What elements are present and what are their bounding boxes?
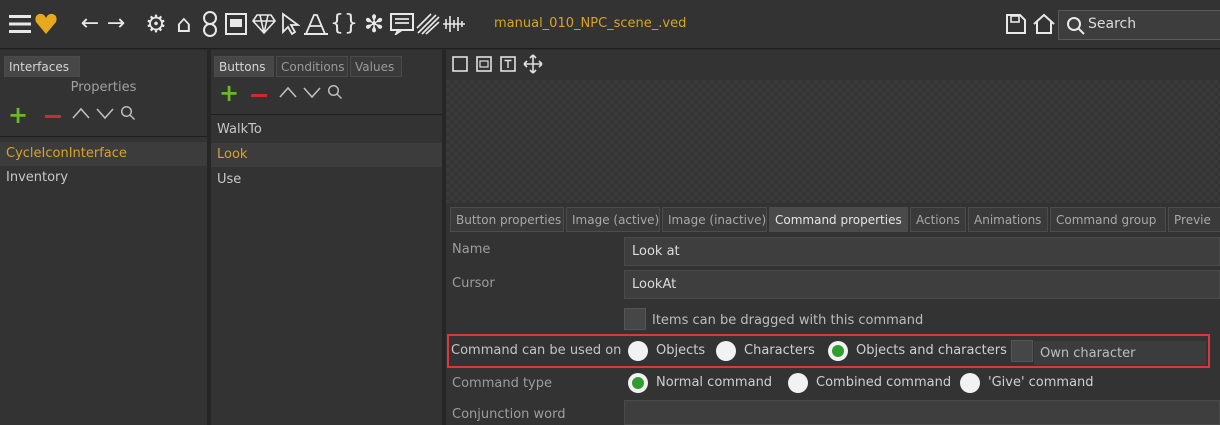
particles-icon[interactable]: ✻ [360,8,388,40]
tab-image-active[interactable]: Image (active) [566,207,660,232]
list-item[interactable]: Look [211,143,442,167]
items-draggable-checkbox[interactable] [624,308,646,330]
text-lines-icon[interactable] [388,8,416,40]
tab-actions[interactable]: Actions [910,207,966,232]
tab-conditions[interactable]: Conditions [276,56,348,77]
home-icon[interactable] [1030,8,1058,40]
radio-combined-command-label: Combined command [816,375,952,390]
remove-icon[interactable] [251,94,267,97]
tab-command-group[interactable]: Command group [1050,207,1166,232]
cursor-icon[interactable] [276,8,304,40]
logo-heart-icon[interactable] [32,8,60,40]
cursor-field[interactable] [624,270,1220,299]
cursor-label: Cursor [452,276,495,291]
interfaces-panel: Interfaces Properties + CycleIconInterfa… [0,50,207,425]
settings-gear-icon[interactable]: ⚙ [142,8,170,40]
move-up-icon[interactable] [279,85,297,103]
image-rect-icon[interactable] [476,56,492,76]
list-item[interactable]: WalkTo [211,118,442,142]
font-icon[interactable] [302,8,330,40]
buttons-panel: Buttons Conditions Values + WalkTo Look … [211,50,442,425]
list-item[interactable]: Use [211,168,442,192]
add-icon[interactable]: + [8,103,28,127]
items-draggable-label: Items can be dragged with this command [652,313,924,328]
braces-icon[interactable]: {} [330,8,358,40]
dialog-icon[interactable] [222,8,250,40]
list-item[interactable]: Inventory [0,166,207,190]
radio-give-command[interactable] [960,373,980,393]
tab-button-properties[interactable]: Button properties [450,207,564,232]
add-icon[interactable]: + [219,81,239,105]
cursor-value: LookAt [632,277,677,292]
radio-combined-command[interactable] [788,373,808,393]
tab-animations[interactable]: Animations [968,207,1048,232]
back-arrow-icon[interactable]: ← [76,8,104,40]
remove-icon[interactable] [45,115,61,118]
menu-icon[interactable] [6,8,34,40]
name-value: Look at [632,244,680,259]
radio-normal-command-label: Normal command [656,375,773,390]
move-down-icon[interactable] [303,85,321,103]
highlight-annotation-box [447,334,1210,368]
command-type-label: Command type [452,376,552,391]
search-placeholder: Search [1088,16,1137,32]
search-list-icon[interactable] [327,84,343,104]
name-label: Name [452,242,491,257]
search-icon [1062,10,1090,42]
move-down-icon[interactable] [96,106,114,124]
tab-interfaces[interactable]: Interfaces [4,56,80,77]
name-field[interactable] [624,237,1220,266]
conjunction-field[interactable] [624,400,1220,425]
diamond-icon[interactable] [250,8,278,40]
tab-command-properties[interactable]: Command properties [769,207,908,232]
button-preview-canvas[interactable] [446,80,1220,203]
conjunction-label: Conjunction word [452,407,566,422]
persons-icon[interactable] [196,8,224,40]
text-rect-icon[interactable] [500,56,516,76]
forward-arrow-icon[interactable]: → [102,8,130,40]
list-item[interactable]: CycleIconInterface [0,142,207,166]
select-rect-icon[interactable] [452,56,468,76]
audio-icon[interactable] [440,8,468,40]
main-toolbar: ← → ⚙ ⌂ {} ✻ manual_010_NPC_scene_.ved S… [0,0,1220,49]
tab-image-inactive[interactable]: Image (inactive) [662,207,767,232]
radio-give-command-label: 'Give' command [988,375,1094,390]
hatch-icon[interactable] [414,8,442,40]
home-scene-icon[interactable]: ⌂ [170,8,198,40]
properties-header: Properties [70,80,137,95]
save-icon[interactable] [1002,8,1030,40]
move-up-icon[interactable] [72,106,90,124]
tab-buttons[interactable]: Buttons [214,56,274,77]
tab-values[interactable]: Values [350,56,402,77]
move-icon[interactable] [523,54,543,78]
project-file-name: manual_010_NPC_scene_.ved [494,16,687,31]
tab-preview[interactable]: Previe [1168,207,1220,232]
radio-normal-command[interactable] [628,373,648,393]
search-list-icon[interactable] [120,105,136,125]
